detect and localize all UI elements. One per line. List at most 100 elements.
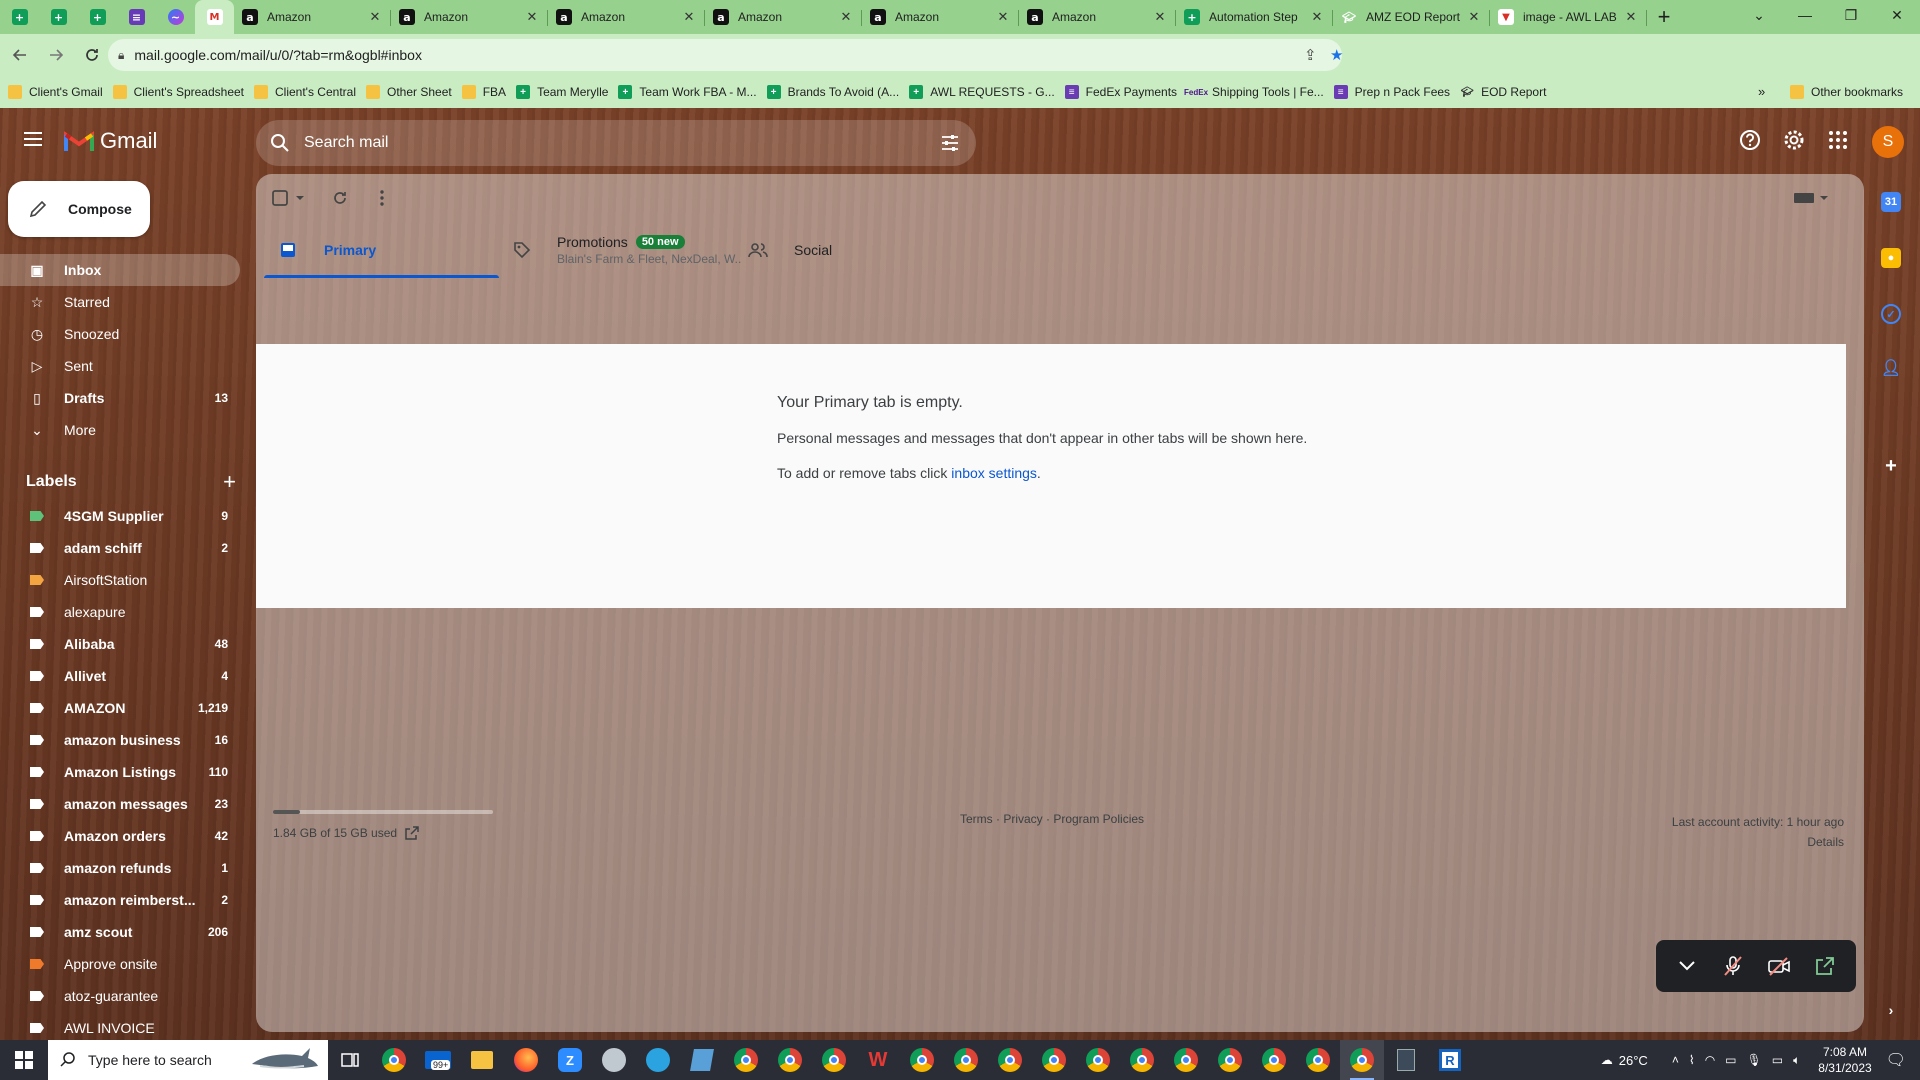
clock[interactable]: 7:08 AM 8/31/2023 bbox=[1818, 1044, 1871, 1076]
battery-icon[interactable]: ▭ bbox=[1772, 1053, 1783, 1067]
close-tab-icon[interactable]: ✕ bbox=[367, 9, 383, 25]
taskbar-zoom[interactable]: Z bbox=[548, 1040, 592, 1080]
contacts-icon[interactable]: 👤︎ bbox=[1881, 358, 1901, 378]
browser-tab-2[interactable]: a Amazon ✕ bbox=[548, 2, 705, 32]
label-item[interactable]: Amazon Listings 110 bbox=[0, 756, 240, 788]
tab-primary[interactable]: Primary bbox=[264, 222, 499, 278]
notifications-icon[interactable]: 🗨︎ bbox=[1886, 1050, 1906, 1070]
bookmark-4[interactable]: FBA bbox=[461, 85, 506, 99]
taskbar-chrome-11[interactable] bbox=[1164, 1040, 1208, 1080]
chevron-down-icon[interactable] bbox=[1672, 951, 1702, 981]
browser-tab-3[interactable]: a Amazon ✕ bbox=[705, 2, 862, 32]
label-item[interactable]: amazon reimberst... 2 bbox=[0, 884, 240, 916]
task-view-icon[interactable] bbox=[328, 1040, 372, 1080]
create-label-plus-icon[interactable]: + bbox=[223, 471, 236, 493]
browser-tab-8[interactable]: ▼ image - AWL LAB ✕ bbox=[1490, 2, 1647, 32]
taskbar-file-explorer[interactable] bbox=[460, 1040, 504, 1080]
display-icon[interactable]: ▭ bbox=[1725, 1053, 1736, 1067]
taskbar-chrome-7[interactable] bbox=[988, 1040, 1032, 1080]
windows-start-icon[interactable] bbox=[0, 1040, 48, 1080]
bookmark-0[interactable]: Client's Gmail bbox=[8, 85, 103, 99]
close-tab-icon[interactable]: ✕ bbox=[995, 9, 1011, 25]
taskbar-chrome-4[interactable] bbox=[812, 1040, 856, 1080]
taskbar-app-r[interactable]: R bbox=[1428, 1040, 1472, 1080]
close-window-button[interactable]: ✕ bbox=[1874, 0, 1920, 30]
tab-promotions[interactable]: Promotions 50 new Blain's Farm & Fleet, … bbox=[499, 222, 742, 278]
taskbar-chrome-5[interactable] bbox=[900, 1040, 944, 1080]
browser-tab-6[interactable]: + Automation Step ✕ bbox=[1176, 2, 1333, 32]
bookmark-3[interactable]: Other Sheet bbox=[366, 85, 452, 99]
reload-button[interactable] bbox=[76, 39, 108, 71]
bookmark-star-icon[interactable]: ★ bbox=[1330, 46, 1343, 64]
taskbar-chrome-1[interactable] bbox=[372, 1040, 416, 1080]
taskbar-chrome-10[interactable] bbox=[1120, 1040, 1164, 1080]
taskbar-mail[interactable]: 99+ bbox=[416, 1040, 460, 1080]
taskbar-chrome-14[interactable] bbox=[1296, 1040, 1340, 1080]
taskbar-chrome-2[interactable] bbox=[724, 1040, 768, 1080]
new-tab-button[interactable]: + bbox=[1647, 2, 1681, 32]
help-icon[interactable] bbox=[1738, 128, 1762, 152]
browser-tab-0[interactable]: a Amazon ✕ bbox=[234, 2, 391, 32]
bookmark-12[interactable]: 🎓︎ EOD Report bbox=[1460, 85, 1547, 99]
wifi-icon[interactable]: ◠ bbox=[1705, 1053, 1715, 1067]
label-item[interactable]: amazon refunds 1 bbox=[0, 852, 240, 884]
share-icon[interactable]: ⇪ bbox=[1304, 46, 1317, 64]
bookmark-2[interactable]: Client's Central bbox=[254, 85, 356, 99]
close-tab-icon[interactable]: ✕ bbox=[838, 9, 854, 25]
tab-social[interactable]: Social bbox=[734, 222, 969, 278]
bookmark-10[interactable]: FedEx Shipping Tools | Fe... bbox=[1184, 85, 1324, 99]
label-item[interactable]: Allivet 4 bbox=[0, 660, 240, 692]
taskbar-chrome-12[interactable] bbox=[1208, 1040, 1252, 1080]
refresh-icon[interactable] bbox=[330, 188, 350, 208]
account-avatar[interactable]: S bbox=[1872, 126, 1904, 158]
network-icon[interactable]: ⌇ bbox=[1689, 1053, 1695, 1067]
nav-item-more[interactable]: ⌄ More bbox=[0, 414, 240, 446]
close-tab-icon[interactable]: ✕ bbox=[524, 9, 540, 25]
bookmark-9[interactable]: ≡ FedEx Payments bbox=[1064, 85, 1177, 99]
nav-item-starred[interactable]: ☆ Starred bbox=[0, 286, 240, 318]
taskbar-chrome-8[interactable] bbox=[1032, 1040, 1076, 1080]
input-tools-keyboard-icon[interactable] bbox=[1791, 188, 1831, 208]
label-item[interactable]: Alibaba 48 bbox=[0, 628, 240, 660]
pinned-tab-messenger[interactable]: ~ bbox=[156, 0, 195, 34]
close-tab-icon[interactable]: ✕ bbox=[1623, 9, 1639, 25]
label-item[interactable]: amazon business 16 bbox=[0, 724, 240, 756]
bookmark-7[interactable]: + Brands To Avoid (A... bbox=[766, 85, 899, 99]
weather-temp[interactable]: 26°C bbox=[1619, 1053, 1648, 1068]
taskbar-chrome-6[interactable] bbox=[944, 1040, 988, 1080]
close-tab-icon[interactable]: ✕ bbox=[681, 9, 697, 25]
label-item[interactable]: atoz-guarantee bbox=[0, 980, 240, 1012]
tray-chevron-up-icon[interactable]: ˄ bbox=[1672, 1053, 1679, 1067]
browser-tab-7[interactable]: 🎓︎ AMZ EOD Report ✕ bbox=[1333, 2, 1490, 32]
mic-off-icon[interactable] bbox=[1718, 951, 1748, 981]
pinned-tab-forms[interactable]: ≡ bbox=[117, 0, 156, 34]
select-all-checkbox[interactable] bbox=[272, 188, 306, 208]
label-item[interactable]: amz scout 206 bbox=[0, 916, 240, 948]
inbox-settings-link[interactable]: inbox settings bbox=[951, 465, 1037, 481]
taskbar-chrome-active[interactable] bbox=[1340, 1040, 1384, 1080]
label-item[interactable]: Approve onsite bbox=[0, 948, 240, 980]
nav-item-sent[interactable]: ▷ Sent bbox=[0, 350, 240, 382]
close-tab-icon[interactable]: ✕ bbox=[1152, 9, 1168, 25]
taskbar-firefox[interactable] bbox=[504, 1040, 548, 1080]
address-bar[interactable]: 🔒︎ mail.google.com/mail/u/0/?tab=rm&ogbl… bbox=[108, 39, 1343, 71]
label-item[interactable]: alexapure bbox=[0, 596, 240, 628]
browser-tab-1[interactable]: a Amazon ✕ bbox=[391, 2, 548, 32]
close-tab-icon[interactable]: ✕ bbox=[1466, 9, 1482, 25]
bookmarks-overflow-button[interactable]: » bbox=[1758, 84, 1765, 99]
taskbar-calculator[interactable] bbox=[1384, 1040, 1428, 1080]
apps-grid-icon[interactable] bbox=[1826, 128, 1850, 152]
side-panel-expand-icon[interactable]: › bbox=[1881, 1000, 1901, 1020]
search-input[interactable] bbox=[304, 134, 904, 152]
browser-tab-5[interactable]: a Amazon ✕ bbox=[1019, 2, 1176, 32]
nav-item-inbox[interactable]: ▣ Inbox bbox=[0, 254, 240, 286]
minimize-button[interactable]: — bbox=[1782, 0, 1828, 30]
tasks-icon[interactable]: ✓ bbox=[1881, 304, 1901, 324]
taskbar-wps[interactable]: W bbox=[856, 1040, 900, 1080]
open-external-icon[interactable] bbox=[1810, 951, 1840, 981]
taskbar-chrome-9[interactable] bbox=[1076, 1040, 1120, 1080]
nav-item-snoozed[interactable]: ◷ Snoozed bbox=[0, 318, 240, 350]
nav-item-drafts[interactable]: ▯ Drafts 13 bbox=[0, 382, 240, 414]
microphone-icon[interactable]: 🎙︎ bbox=[1747, 1053, 1762, 1067]
restore-button[interactable]: ❐ bbox=[1828, 0, 1874, 30]
